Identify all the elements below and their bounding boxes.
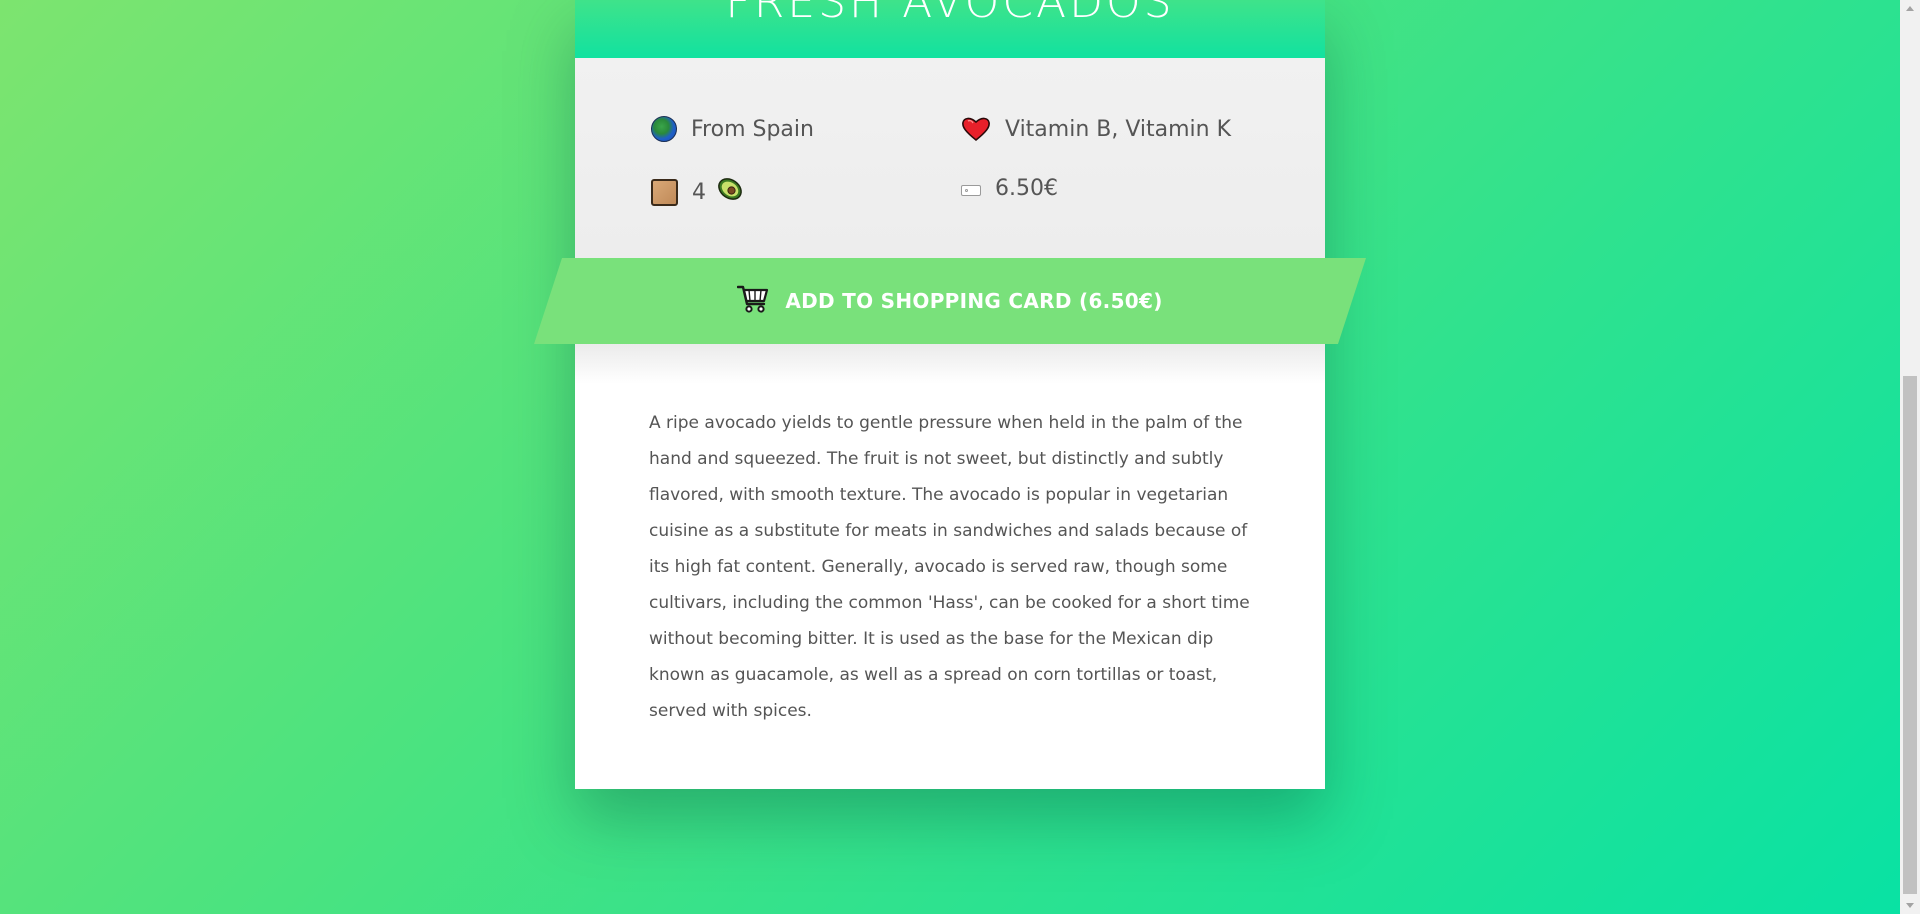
- add-to-cart-label: ADD TO SHOPPING CARD (6.50€): [785, 289, 1163, 313]
- shopping-cart-icon: [737, 284, 769, 318]
- price-tag-icon: [961, 185, 981, 196]
- product-description: A ripe avocado yields to gentle pressure…: [649, 413, 1250, 721]
- origin-info: From Spain: [651, 116, 814, 142]
- product-header: FRESH AVOCADOS: [575, 0, 1325, 58]
- heart-icon: [961, 116, 991, 142]
- globe-icon: [651, 116, 677, 142]
- origin-text: From Spain: [691, 116, 814, 142]
- quantity-info: 4: [651, 176, 744, 208]
- description-section: A ripe avocado yields to gentle pressure…: [575, 344, 1325, 789]
- product-card: FRESH AVOCADOS From Spain Vitamin B, Vit…: [534, 0, 1366, 789]
- vertical-scrollbar[interactable]: [1900, 0, 1920, 914]
- vitamins-text: Vitamin B, Vitamin K: [1005, 116, 1232, 142]
- add-to-cart-button[interactable]: ADD TO SHOPPING CARD (6.50€): [534, 258, 1366, 344]
- price-info: 6.50€: [961, 176, 1058, 201]
- box-icon: [651, 178, 678, 206]
- scrollbar-thumb[interactable]: [1903, 376, 1917, 894]
- scroll-down-arrow-icon[interactable]: [1900, 897, 1920, 914]
- scroll-up-arrow-icon[interactable]: [1900, 0, 1920, 17]
- vitamins-info: Vitamin B, Vitamin K: [961, 116, 1231, 142]
- price-text: 6.50€: [995, 176, 1058, 201]
- quantity-text: 4: [692, 179, 706, 205]
- avocado-icon: [716, 176, 744, 208]
- product-title: FRESH AVOCADOS: [725, 0, 1175, 28]
- button-shadow: [575, 344, 1325, 384]
